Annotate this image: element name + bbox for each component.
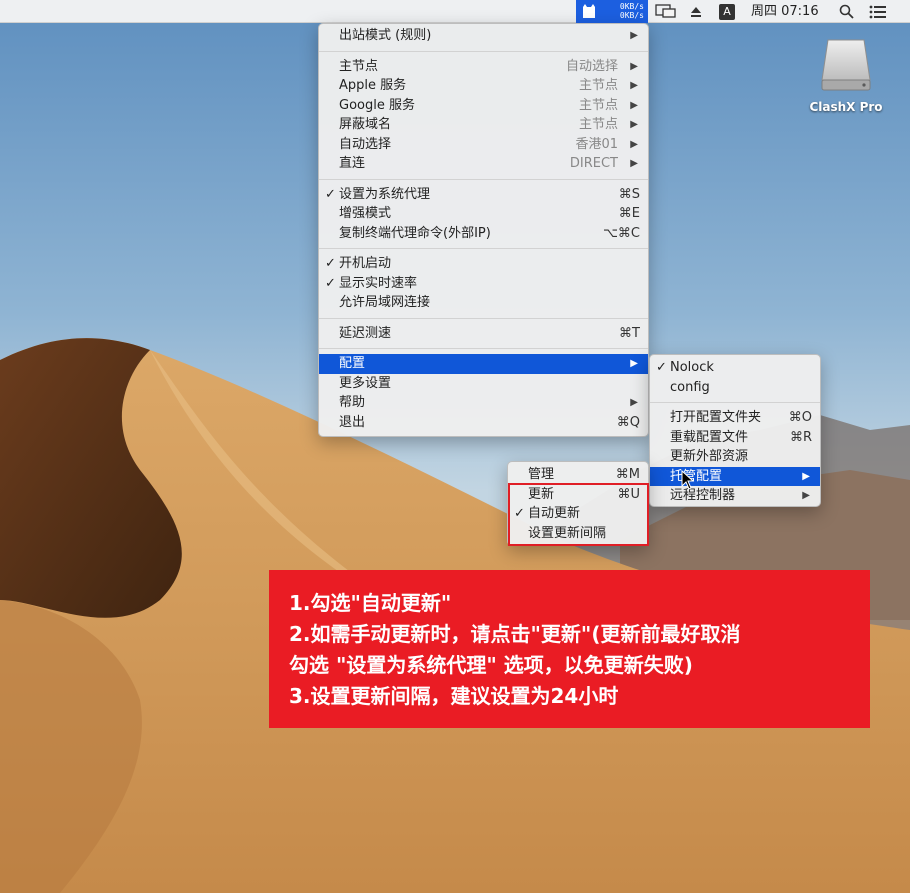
menu-outbound-mode[interactable]: 出站模式 (规则) ▶ bbox=[319, 26, 648, 46]
checkmark-icon: ✓ bbox=[325, 275, 336, 291]
menu-latency-test[interactable]: 延迟测速 ⌘T bbox=[319, 324, 648, 344]
config-update-external[interactable]: 更新外部资源 bbox=[650, 447, 820, 467]
input-method-icon[interactable]: A bbox=[719, 0, 735, 23]
menu-show-speed[interactable]: ✓ 显示实时速率 bbox=[319, 274, 648, 294]
highlight-box bbox=[508, 483, 649, 546]
menu-help[interactable]: 帮助 ▶ bbox=[319, 393, 648, 413]
spotlight-search-icon[interactable] bbox=[839, 0, 854, 23]
config-remote-controller[interactable]: 远程控制器 ▶ bbox=[650, 486, 820, 506]
config-open-folder[interactable]: 打开配置文件夹 ⌘O bbox=[650, 408, 820, 428]
disk-label: ClashX Pro bbox=[809, 100, 883, 114]
menubar-clock[interactable]: 周四 07:16 bbox=[751, 0, 819, 23]
clashx-main-menu: 出站模式 (规则) ▶ 主节点 自动选择 ▶ Apple 服务 主节点 ▶ Google … bbox=[318, 23, 649, 437]
upload-speed: 0KB/s bbox=[619, 2, 644, 11]
clashx-cat-icon bbox=[583, 4, 595, 18]
submenu-arrow-icon: ▶ bbox=[802, 470, 810, 482]
annotation-box: 1.勾选"自动更新" 2.如需手动更新时，请点击"更新"(更新前最好取消 勾选 … bbox=[269, 570, 870, 728]
annotation-line-4: 3.设置更新间隔，建议设置为24小时 bbox=[289, 684, 619, 708]
submenu-arrow-icon: ▶ bbox=[630, 80, 638, 91]
menu-separator bbox=[319, 317, 648, 319]
disk-image-icon bbox=[821, 39, 871, 91]
menu-allow-lan[interactable]: 允许局域网连接 bbox=[319, 293, 648, 313]
notification-center-icon[interactable] bbox=[869, 0, 887, 23]
annotation-line-1: 1.勾选"自动更新" bbox=[289, 591, 452, 615]
menu-enhanced-mode[interactable]: 增强模式 ⌘E bbox=[319, 204, 648, 224]
display-mirror-icon[interactable] bbox=[655, 0, 677, 23]
menu-config[interactable]: 配置 ▶ bbox=[319, 354, 648, 374]
menu-set-system-proxy[interactable]: ✓ 设置为系统代理 ⌘S bbox=[319, 185, 648, 205]
submenu-arrow-icon: ▶ bbox=[630, 99, 638, 111]
menu-separator bbox=[319, 248, 648, 249]
menu-group-apple[interactable]: Apple 服务 主节点 ▶ bbox=[319, 76, 648, 96]
submenu-arrow-icon: ▶ bbox=[802, 490, 810, 501]
annotation-line-3: 勾选 "设置为系统代理" 选项，以免更新失败) bbox=[289, 653, 693, 677]
menu-more-settings[interactable]: 更多设置 bbox=[319, 374, 648, 394]
config-reload[interactable]: 重载配置文件 ⌘R bbox=[650, 428, 820, 448]
menu-group-google[interactable]: Google 服务 主节点 ▶ bbox=[319, 96, 648, 116]
menu-launch-at-login[interactable]: ✓ 开机启动 bbox=[319, 254, 648, 274]
menu-copy-shell-command[interactable]: 复制终端代理命令(外部IP) ⌥⌘C bbox=[319, 224, 648, 244]
menu-group-block-domains[interactable]: 屏蔽域名 主节点 ▶ bbox=[319, 115, 648, 135]
submenu-arrow-icon: ▶ bbox=[630, 138, 638, 150]
menu-bar: 0KB/s 0KB/s A 周四 07:16 bbox=[0, 0, 910, 23]
mouse-cursor-icon bbox=[681, 470, 695, 490]
menu-group-main-node[interactable]: 主节点 自动选择 ▶ bbox=[319, 57, 648, 77]
menu-separator bbox=[650, 402, 820, 403]
config-profile-nolock[interactable]: ✓ Nolock bbox=[650, 358, 820, 378]
submenu-arrow-icon: ▶ bbox=[630, 30, 638, 41]
menu-quit[interactable]: 退出 ⌘Q bbox=[319, 413, 648, 433]
desktop-disk-clashx[interactable]: ClashX Pro bbox=[806, 34, 886, 114]
menu-separator bbox=[319, 348, 648, 349]
config-submenu: ✓ Nolock config 打开配置文件夹 ⌘O 重载配置文件 ⌘R 更新外部资… bbox=[649, 354, 821, 507]
submenu-arrow-icon: ▶ bbox=[630, 358, 638, 369]
download-speed: 0KB/s bbox=[619, 11, 644, 20]
annotation-line-2: 2.如需手动更新时，请点击"更新"(更新前最好取消 bbox=[289, 622, 741, 646]
submenu-arrow-icon: ▶ bbox=[630, 60, 638, 72]
clashx-status-item[interactable]: 0KB/s 0KB/s bbox=[576, 0, 648, 23]
config-profile-config[interactable]: config bbox=[650, 378, 820, 398]
menu-separator bbox=[319, 50, 648, 52]
config-managed[interactable]: 托管配置 ▶ bbox=[650, 466, 820, 486]
checkmark-icon: ✓ bbox=[325, 256, 336, 271]
submenu-arrow-icon: ▶ bbox=[630, 158, 638, 169]
managed-manage[interactable]: 管理 ⌘M bbox=[508, 465, 648, 485]
checkmark-icon: ✓ bbox=[656, 360, 667, 375]
menu-group-auto-select[interactable]: 自动选择 香港01 ▶ bbox=[319, 135, 648, 155]
submenu-arrow-icon: ▶ bbox=[630, 119, 638, 130]
menu-group-direct[interactable]: 直连 DIRECT ▶ bbox=[319, 154, 648, 174]
checkmark-icon: ✓ bbox=[325, 186, 336, 202]
menu-separator bbox=[319, 178, 648, 180]
eject-icon[interactable] bbox=[689, 0, 703, 23]
submenu-arrow-icon: ▶ bbox=[630, 397, 638, 408]
